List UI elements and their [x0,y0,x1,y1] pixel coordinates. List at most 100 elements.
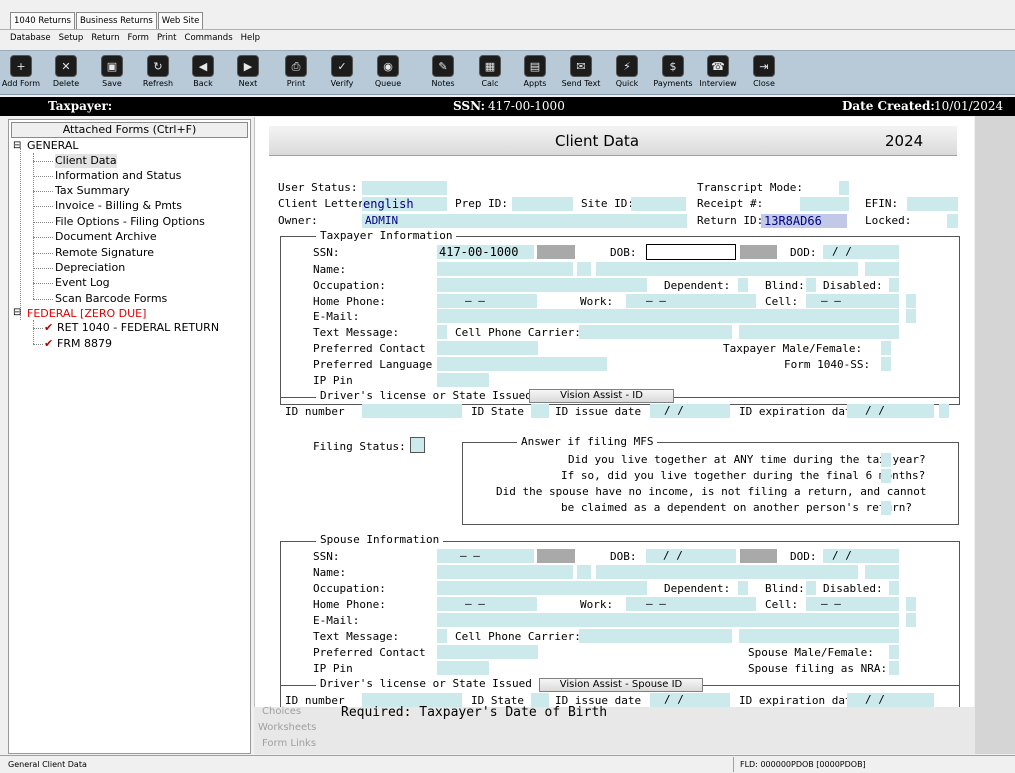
user-status-field[interactable] [362,181,447,195]
tree-item-ret-1040[interactable]: RET 1040 - FEDERAL RETURN [57,321,219,335]
preferred-language-field[interactable] [437,357,607,371]
send-text-button[interactable]: ✉ Send Text [558,55,604,88]
locked-field[interactable] [947,214,958,228]
menu-database[interactable]: Database [10,33,51,47]
site-id-field[interactable] [631,197,686,211]
calc-button[interactable]: ▦ Calc [467,55,513,88]
print-button[interactable]: ⎙ Print [273,55,319,88]
carrier-extra-field[interactable] [739,325,899,339]
form-1040ss-field[interactable] [881,357,891,371]
spouse-ssn-field[interactable] [437,549,534,563]
tree-node-general[interactable]: GENERAL [27,139,79,153]
middle-initial-field[interactable] [577,262,591,276]
spouse-disabled-field[interactable] [889,581,899,595]
tree-item-invoice[interactable]: Invoice - Billing & Pmts [55,199,182,213]
cell-phone-field[interactable] [806,294,899,308]
spouse-id-exp-field[interactable] [847,693,934,707]
worksheets-link[interactable]: Worksheets [258,722,316,733]
ip-pin-field[interactable] [437,373,489,387]
attached-forms-button[interactable]: Attached Forms (Ctrl+F) [11,122,248,138]
spouse-blind-field[interactable] [806,581,816,595]
taxpayer-gender-field[interactable] [881,341,891,355]
tree-item-tax-summary[interactable]: Tax Summary [55,184,130,198]
spouse-id-issue-field[interactable] [650,693,730,707]
tab-1040-returns[interactable]: 1040 Returns [10,12,75,29]
occupation-field[interactable] [437,278,647,292]
tree-item-file-options[interactable]: File Options - Filing Options [55,215,205,229]
payments-button[interactable]: $ Payments [650,55,696,88]
id-exp-field[interactable] [847,404,934,418]
menu-help[interactable]: Help [241,33,260,47]
preferred-contact-field[interactable] [437,341,538,355]
disabled-field[interactable] [889,278,899,292]
mfs-answer-3[interactable] [881,501,891,515]
tree-item-depreciation[interactable]: Depreciation [55,261,125,275]
spouse-cell-extra-field[interactable] [906,597,916,611]
spouse-dob-field[interactable] [646,549,736,563]
spouse-home-phone-field[interactable] [437,597,537,611]
efin-field[interactable] [907,197,958,211]
email-field[interactable] [437,309,899,323]
tree-item-document-archive[interactable]: Document Archive [55,230,157,244]
spouse-dependent-field[interactable] [738,581,748,595]
tab-web-site[interactable]: Web Site [157,12,204,29]
last-name-field[interactable] [596,262,858,276]
spouse-nra-field[interactable] [889,661,899,675]
menu-setup[interactable]: Setup [59,33,84,47]
spouse-email-extra-field[interactable] [906,613,916,627]
choices-link[interactable]: Choices [262,706,301,717]
menu-return[interactable]: Return [91,33,119,47]
back-button[interactable]: ◀ Back [180,55,226,88]
tree-item-client-data[interactable]: Client Data [55,154,117,168]
collapse-federal-icon[interactable]: ⊟ [13,306,21,320]
delete-button[interactable]: ✕ Delete [43,55,89,88]
spouse-gender-field[interactable] [889,645,899,659]
text-message-field[interactable] [437,325,447,339]
verify-button[interactable]: ✓ Verify [319,55,365,88]
email-extra-field[interactable] [906,309,916,323]
id-issue-field[interactable] [650,404,730,418]
id-state-field[interactable] [531,404,549,418]
menu-form[interactable]: Form [128,33,149,47]
queue-button[interactable]: ◉ Queue [365,55,411,88]
spouse-last-name-field[interactable] [596,565,858,579]
vision-assist-spouse-id-button[interactable]: Vision Assist - Spouse ID [539,678,703,692]
interview-button[interactable]: ☎ Interview [695,55,741,88]
id-extra-field[interactable] [939,404,949,418]
first-name-field[interactable] [437,262,573,276]
filing-status-field[interactable] [410,437,425,453]
carrier-field[interactable] [579,325,732,339]
notes-button[interactable]: ✎ Notes [420,55,466,88]
spouse-occupation-field[interactable] [437,581,647,595]
save-button[interactable]: ▣ Save [89,55,135,88]
spouse-middle-initial-field[interactable] [577,565,591,579]
cell-extra-field[interactable] [906,294,916,308]
spouse-preferred-contact-field[interactable] [437,645,538,659]
appts-button[interactable]: ▤ Appts [512,55,558,88]
owner-field[interactable] [362,214,687,228]
spouse-carrier-extra-field[interactable] [739,629,899,643]
tab-business-returns[interactable]: Business Returns [75,12,157,29]
menu-commands[interactable]: Commands [185,33,233,47]
blind-field[interactable] [806,278,816,292]
tree-item-information-status[interactable]: Information and Status [55,169,181,183]
tree-item-event-log[interactable]: Event Log [55,276,110,290]
prep-id-field[interactable] [512,197,573,211]
spouse-first-name-field[interactable] [437,565,573,579]
spouse-text-message-field[interactable] [437,629,447,643]
vision-assist-id-button[interactable]: Vision Assist - ID [529,389,674,403]
tree-node-federal[interactable]: FEDERAL [ZERO DUE] [27,307,146,321]
spouse-ip-pin-field[interactable] [437,661,489,675]
add-form-button[interactable]: + Add Form [0,55,44,88]
home-phone-field[interactable] [437,294,537,308]
spouse-cell-phone-field[interactable] [806,597,899,611]
dob-field[interactable] [646,244,736,260]
close-button[interactable]: ⇥ Close [741,55,787,88]
dependent-field[interactable] [738,278,748,292]
tree-item-remote-signature[interactable]: Remote Signature [55,246,154,260]
mfs-answer-2[interactable] [881,469,891,483]
receipt-field[interactable] [800,197,849,211]
refresh-button[interactable]: ↻ Refresh [135,55,181,88]
suffix-field[interactable] [865,262,899,276]
collapse-general-icon[interactable]: ⊟ [13,139,21,153]
